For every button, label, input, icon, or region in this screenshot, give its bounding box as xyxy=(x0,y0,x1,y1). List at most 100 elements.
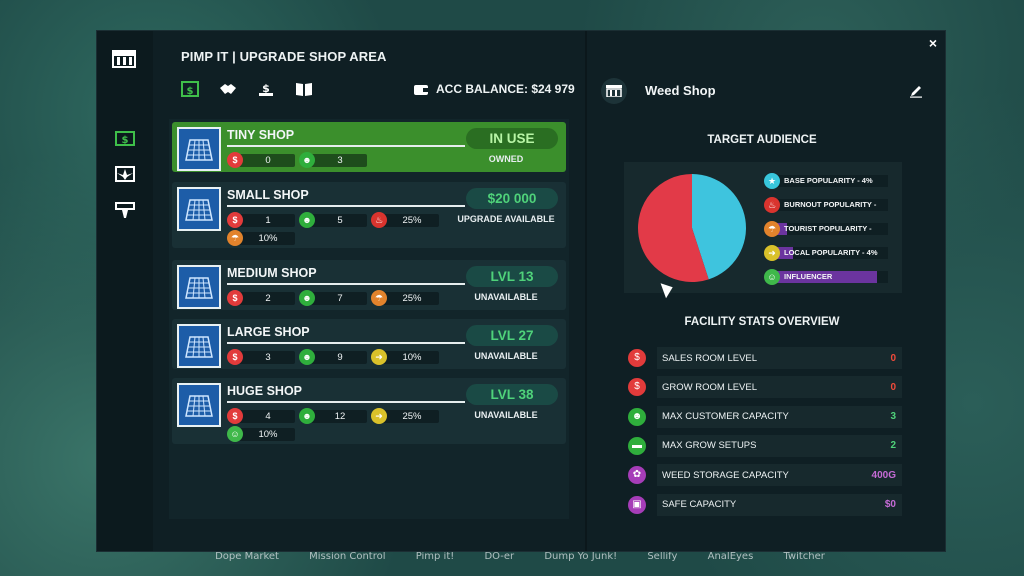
background-tab-label: DO-er xyxy=(484,551,515,562)
facility-stat-bar: SAFE CAPACITY $0 xyxy=(657,493,902,516)
target-audience-box: ★ BASE POPULARITY - 4% ♨ BURNOUT POPULARITY… xyxy=(624,162,902,293)
shop-status-pill[interactable]: LVL 27 xyxy=(466,325,558,346)
shop-stat: ☂ 10% xyxy=(227,230,295,246)
shop-status-pill[interactable]: LVL 38 xyxy=(466,384,558,405)
audience-icon: ➜ xyxy=(764,245,780,261)
shop-stat: $4 xyxy=(227,408,295,424)
background-tab-label: Pimp it! xyxy=(415,551,455,562)
storefront-small-icon xyxy=(606,85,622,97)
facility-stat-bar: SALES ROOM LEVEL 0 xyxy=(657,347,902,369)
facility-stat-label: WEED STORAGE CAPACITY xyxy=(662,469,789,481)
shop-availability-text: UPGRADE AVAILABLE xyxy=(457,214,555,224)
background-tab-label: Dump Yo Junk! xyxy=(544,551,618,562)
shop-status-pill[interactable]: IN USE xyxy=(466,128,558,149)
lab-rail-icon[interactable] xyxy=(115,201,135,219)
tourist-icon: ☂ xyxy=(371,290,387,306)
close-button[interactable]: × xyxy=(929,35,937,51)
facility-stat-bar: MAX GROW SETUPS 2 xyxy=(657,434,902,457)
floor-plan-icon xyxy=(185,277,213,299)
facility-stat-row: ▣ SAFE CAPACITY $0 xyxy=(624,493,902,516)
edit-icon[interactable] xyxy=(909,84,923,98)
audience-icon: ☂ xyxy=(764,221,780,237)
sales-icon: $ xyxy=(227,212,243,228)
shop-name-label: MEDIUM SHOP xyxy=(227,266,317,280)
target-audience-title: TARGET AUDIENCE xyxy=(707,134,817,146)
page-title: PIMP IT | UPGRADE SHOP AREA xyxy=(181,49,387,64)
account-balance: ACC BALANCE: $24 979 xyxy=(413,82,575,96)
shop-name-underline xyxy=(227,205,465,207)
panel-divider xyxy=(585,31,587,551)
shop-status-pill[interactable]: $20 000 xyxy=(466,188,558,209)
facility-stat-value: 2 xyxy=(890,440,896,452)
svg-text:$: $ xyxy=(187,86,194,97)
shop-card-medium-shop[interactable]: MEDIUM SHOP LVL 13 UNAVAILABLE $2 ☻ 7 ☂ 25% xyxy=(172,260,566,310)
shop-stats-row: $3 ☻ 9 ➜ 10% xyxy=(227,349,439,365)
audience-legend-item: ★ BASE POPULARITY - 4% xyxy=(764,173,888,189)
facility-stat-value: 3 xyxy=(890,411,896,423)
shop-card-large-shop[interactable]: LARGE SHOP LVL 27 UNAVAILABLE $3 ☻ 9 ➜ 10% xyxy=(172,319,566,369)
facility-stat-icon: $ xyxy=(624,376,650,398)
sales-icon: $ xyxy=(227,152,243,168)
local-icon: ➜ xyxy=(371,349,387,365)
customers-icon: ☻ xyxy=(299,290,315,306)
audience-icon: ★ xyxy=(764,173,780,189)
floor-plan-icon xyxy=(185,139,213,161)
shop-name-label: LARGE SHOP xyxy=(227,325,310,339)
shop-stat-value: 10% xyxy=(239,427,295,441)
shop-card-tiny-shop[interactable]: TINY SHOP IN USE OWNED $0 ☻ 3 xyxy=(172,122,566,172)
audience-label: BURNOUT POPULARITY - 9% xyxy=(784,200,877,209)
facility-stat-value: 400G xyxy=(871,469,896,481)
facility-stat-value: 0 xyxy=(890,381,896,393)
facility-stat-icon: $ xyxy=(624,347,650,369)
facility-stats-title: FACILITY STATS OVERVIEW xyxy=(684,316,840,328)
facility-stat-bar: GROW ROOM LEVEL 0 xyxy=(657,376,902,399)
shop-thumbnail xyxy=(177,265,221,309)
shop-availability-text: UNAVAILABLE xyxy=(474,292,538,302)
handshake-icon[interactable] xyxy=(219,81,237,97)
shop-stat: $3 xyxy=(227,349,295,365)
facility-stat-icon: ☻ xyxy=(624,406,650,428)
background-tab-label: Mission Control xyxy=(309,551,386,562)
facility-stat-bar: WEED STORAGE CAPACITY 400G xyxy=(657,464,902,487)
shop-stat-value: 10% xyxy=(239,231,295,245)
shop-card-small-shop[interactable]: SMALL SHOP $20 000 UPGRADE AVAILABLE $1 ☻ 5 ♨ 2… xyxy=(172,182,566,248)
customers-icon: ☻ xyxy=(299,212,315,228)
shop-stat-value: 5 xyxy=(311,213,367,227)
floor-plan-icon xyxy=(185,199,213,221)
shop-thumbnail xyxy=(177,324,221,368)
shop-stat: ☻ 12 xyxy=(299,408,367,424)
shop-upgrade-icon[interactable]: $ xyxy=(181,81,199,97)
money-hand-icon[interactable]: $ xyxy=(257,81,275,97)
background-tab-label: Dope Market xyxy=(215,551,279,562)
audience-bar: TOURIST POPULARITY - 4% xyxy=(776,223,888,235)
facility-stat-value: $0 xyxy=(884,499,896,510)
facility-stat-bar: MAX CUSTOMER CAPACITY 3 xyxy=(657,405,902,428)
burnout-icon: ♨ xyxy=(371,212,387,228)
shop-stat: ☻ 3 xyxy=(299,152,367,168)
shop-stat-value: 9 xyxy=(311,350,367,364)
shop-upgrade-rail-icon[interactable]: $ xyxy=(115,129,135,147)
shop-status-pill[interactable]: LVL 13 xyxy=(466,266,558,287)
shop-stat-value: 1 xyxy=(239,213,295,227)
shop-stat: $0 xyxy=(227,152,295,168)
shop-stat: $1 xyxy=(227,212,295,228)
audience-icon: ☺ xyxy=(764,269,780,285)
facility-stat-label: MAX CUSTOMER CAPACITY xyxy=(662,411,789,423)
pimp-it-window: × $ PIMP IT | UPGRADE SHOP AREA $ $ ACC … xyxy=(96,30,946,552)
audience-label: BASE POPULARITY - 4% xyxy=(784,176,873,185)
facility-stat-row: ✿ WEED STORAGE CAPACITY 400G xyxy=(624,464,902,487)
shop-card-huge-shop[interactable]: HUGE SHOP LVL 38 UNAVAILABLE $4 ☻ 12 ➜ 25% ☺ 10% xyxy=(172,378,566,444)
shop-stats-row: $2 ☻ 7 ☂ 25% xyxy=(227,290,439,306)
background-tab-label: AnalEyes xyxy=(707,551,754,562)
shop-availability-text: UNAVAILABLE xyxy=(474,410,538,420)
influencer-icon: ☺ xyxy=(227,426,243,442)
shop-stats-row-2: ☺ 10% xyxy=(227,426,295,442)
shop-name-underline xyxy=(227,283,465,285)
shop-name-underline xyxy=(227,145,465,147)
audience-pie-chart xyxy=(638,174,746,282)
book-icon[interactable] xyxy=(295,81,313,97)
shop-stat-value: 12 xyxy=(311,409,367,423)
shop-stat: ♨ 25% xyxy=(371,212,439,228)
grow-room-rail-icon[interactable] xyxy=(115,165,135,183)
floor-plan-icon xyxy=(185,395,213,417)
